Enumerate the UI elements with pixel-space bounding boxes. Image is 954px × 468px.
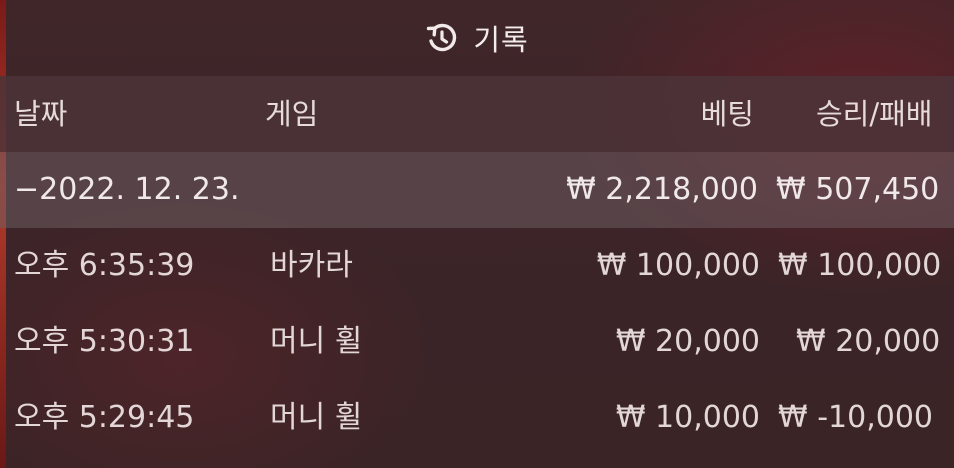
row-bet: ₩ 20,000 <box>615 324 760 359</box>
page-title: 기록 <box>473 23 529 57</box>
row-result: ₩ -10,000 <box>778 400 933 435</box>
row-result: ₩ 20,000 <box>796 324 941 359</box>
date-group-row[interactable]: −2022. 12. 23. ₩ 2,218,000 ₩ 507,450 <box>0 152 954 228</box>
column-header-date: 날짜 <box>14 97 68 131</box>
date-group-result-total: ₩ 507,450 <box>776 172 940 207</box>
row-result: ₩ 100,000 <box>778 248 942 283</box>
row-game: 바카라 <box>270 248 353 283</box>
table-row[interactable]: 오후 6:35:39 바카라 ₩ 100,000 ₩ 100,000 <box>0 228 954 304</box>
history-icon <box>427 23 457 52</box>
row-game: 머니 휠 <box>270 400 363 435</box>
table-row[interactable]: 오후 5:29:45 머니 휠 ₩ 10,000 ₩ -10,000 <box>0 380 954 456</box>
history-header: 기록 <box>0 0 954 76</box>
row-time: 오후 5:30:31 <box>14 324 195 359</box>
table-row[interactable]: 오후 5:30:31 머니 휠 ₩ 20,000 ₩ 20,000 <box>0 304 954 380</box>
column-header-result: 승리/패배 <box>816 97 933 131</box>
column-header-bet: 베팅 <box>700 97 754 131</box>
row-time: 오후 6:35:39 <box>14 248 195 283</box>
date-group-bet-total: ₩ 2,218,000 <box>566 172 758 207</box>
row-bet: ₩ 100,000 <box>596 248 760 283</box>
row-game: 머니 휠 <box>270 324 363 359</box>
history-table: 날짜 게임 베팅 승리/패배 −2022. 12. 23. ₩ 2,218,00… <box>0 76 954 456</box>
row-bet: ₩ 10,000 <box>615 400 760 435</box>
column-header-game: 게임 <box>265 97 319 131</box>
row-time: 오후 5:29:45 <box>14 400 195 435</box>
table-header-row: 날짜 게임 베팅 승리/패배 <box>0 76 954 152</box>
date-group-label: −2022. 12. 23. <box>14 172 240 207</box>
